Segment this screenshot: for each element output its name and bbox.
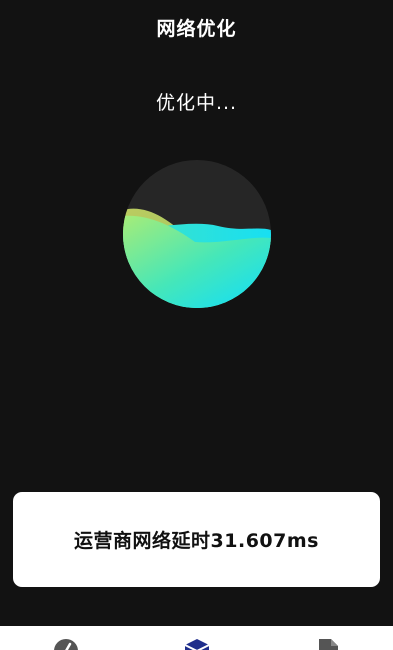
page-title: 网络优化 — [156, 18, 237, 40]
latency-text: 运营商网络延时31.607ms — [74, 530, 319, 552]
speedometer-icon — [53, 638, 79, 650]
wave-orb-graphic — [123, 160, 271, 308]
document-icon — [317, 638, 339, 650]
screen: 网络优化 优化中... 运营商网络延时31.607ms — [0, 0, 393, 650]
nav-item-optimize[interactable] — [131, 626, 262, 650]
box-icon — [184, 638, 210, 650]
latency-card: 运营商网络延时31.607ms — [13, 492, 380, 587]
nav-item-speed[interactable] — [0, 626, 131, 650]
optimizing-status: 优化中... — [155, 92, 238, 114]
bottom-nav — [0, 626, 393, 650]
nav-item-documents[interactable] — [262, 626, 393, 650]
progress-orb — [123, 160, 271, 308]
